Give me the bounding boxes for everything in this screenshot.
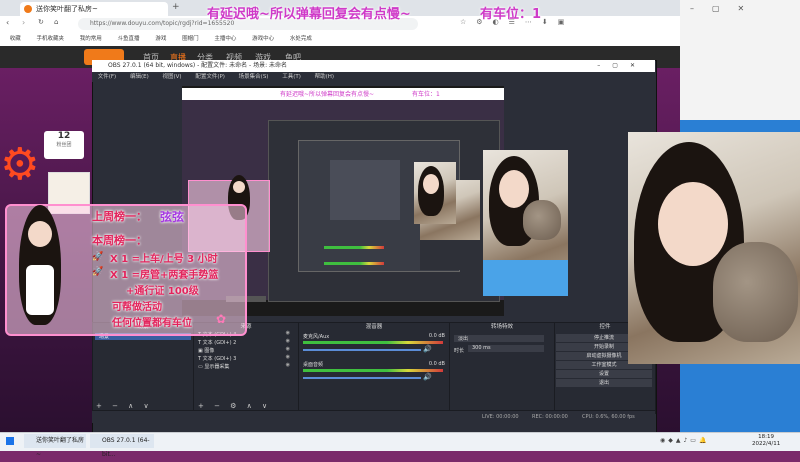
menu-tools[interactable]: 工具(T)	[282, 74, 301, 80]
bookmark-item[interactable]: 收藏	[10, 32, 21, 46]
camera-feed-tiny	[414, 162, 456, 224]
rule-line-3: +通行证 100级	[126, 286, 199, 297]
speaker-icon[interactable]: 🔊	[423, 373, 432, 381]
obs-menu-bar: 文件(F) 编辑(E) 视图(V) 配置文件(P) 场景集合(S) 工具(T) …	[92, 72, 655, 82]
last-week-top-label: 上周榜一：	[92, 210, 147, 223]
bookmark-item[interactable]: 手机收藏夹	[37, 32, 65, 46]
bookmarks-bar: 收藏 手机收藏夹 我的常用 斗鱼直播 游戏 圈帽门 主播中心 游戏中心 水处完成	[0, 32, 680, 47]
system-tray-icons[interactable]: ◉◆▲♪▭🔔	[660, 437, 709, 444]
menu-scene-collection[interactable]: 场景集合(S)	[239, 74, 269, 80]
transitions-dock: 转场特效 淡出 时长 300 ms	[449, 322, 555, 414]
home-icon[interactable]: ⌂	[54, 18, 58, 26]
volume-slider[interactable]	[303, 377, 421, 379]
rocket-icon: 🚀	[92, 267, 104, 277]
menu-edit[interactable]: 编辑(E)	[130, 74, 149, 80]
nested-audio-meter	[324, 262, 384, 265]
volume-slider[interactable]	[303, 349, 421, 351]
flower-icon: ✿	[216, 312, 227, 326]
duration-input[interactable]: 300 ms	[468, 345, 544, 352]
scenes-toolbar[interactable]: + − ∧ ∨	[96, 402, 153, 410]
bookmark-item[interactable]: 水处完成	[290, 32, 312, 46]
bookmark-item[interactable]: 我的常用	[80, 32, 102, 46]
rocket-icon: 🚀	[92, 252, 104, 262]
taskbar-obs[interactable]: OBS 27.0.1 (64-bit...	[90, 434, 154, 458]
settings-button[interactable]: 设置	[556, 370, 652, 378]
bookmark-item[interactable]: 游戏	[155, 32, 166, 46]
menu-file[interactable]: 文件(F)	[98, 74, 116, 80]
audio-meter	[303, 369, 443, 372]
transition-select[interactable]: 淡出	[454, 335, 544, 342]
douyu-favicon-icon	[24, 5, 32, 13]
clock-date: 2022/4/11	[752, 441, 781, 447]
source-item[interactable]: T 文本 (GDI+) 2	[198, 339, 298, 347]
note-line-1: 可帮做活动	[112, 302, 162, 313]
gear-decoration-icon: ⚙	[0, 139, 40, 190]
fan-count: 12	[57, 131, 71, 141]
last-week-top-name: 弦弦	[160, 210, 185, 224]
taskbar-clock[interactable]: 18:19 2022/4/11	[752, 434, 780, 448]
mixer-dock-title: 混音器	[365, 324, 383, 330]
fan-label: 粉丝团	[56, 142, 72, 148]
note-line-2: 任何位置都有车位	[112, 318, 192, 329]
obs-window-controls[interactable]: –▢✕	[597, 60, 647, 72]
exit-button[interactable]: 退出	[556, 379, 652, 387]
forward-icon[interactable]: ›	[22, 18, 25, 27]
anime-character-illustration	[14, 205, 64, 331]
browser-tab[interactable]: 送你笑叶翻了私房~	[20, 2, 168, 16]
bookmark-item[interactable]: 圈帽门	[182, 32, 199, 46]
taskbar-browser[interactable]: 送你笑叶翻了私房~	[24, 434, 86, 458]
camera-feed-small	[483, 150, 568, 296]
this-week-top-label: 本周榜一：	[92, 234, 147, 247]
sources-toolbar[interactable]: + − ⚙ ∧ ∨	[198, 402, 271, 410]
mixer-track-level: 0.0 dB	[428, 361, 445, 367]
live-timer: LIVE: 00:00:00	[482, 414, 519, 420]
car-seat-count: 有车位：1	[480, 7, 542, 22]
rule-line-1: X 1 =上车/上号 3 小时	[110, 254, 218, 265]
nested-audio-meter	[324, 246, 384, 249]
refresh-icon[interactable]: ↻	[38, 18, 44, 26]
new-tab-icon[interactable]: +	[172, 2, 180, 12]
bookmark-item[interactable]: 斗鱼直播	[118, 32, 140, 46]
nested-delay-notice: 有延迟哦~所以弹幕回复会有点慢~	[280, 91, 375, 98]
bookmark-item[interactable]: 游戏中心	[252, 32, 274, 46]
fan-club-card[interactable]: 12 粉丝团	[44, 131, 84, 159]
back-icon[interactable]: ‹	[6, 18, 9, 27]
visibility-eye-icon[interactable]: ◉ ◉ ◉ ◉ ◉	[286, 329, 290, 369]
audio-meter	[303, 341, 443, 344]
mixer-dock: 混音器 麦克风/Aux 0.0 dB 🔊 桌面音频 0.0 dB 🔊	[298, 322, 450, 414]
nested-obs-window-deep	[330, 160, 400, 220]
rule-line-2: X 1 =房管+两套手势篮	[110, 270, 219, 281]
delay-notice: 有延迟哦~所以弹幕回复会有点慢~	[207, 7, 411, 22]
duration-label: 时长	[454, 348, 465, 354]
cpu-fps: CPU: 0.6%, 60.00 fps	[582, 414, 635, 420]
start-icon[interactable]	[6, 437, 14, 445]
menu-profile[interactable]: 配置文件(P)	[195, 74, 225, 80]
source-item[interactable]: ▣ 图像	[198, 347, 298, 355]
menu-help[interactable]: 帮助(H)	[315, 74, 334, 80]
mixer-track-name: 麦克风/Aux	[303, 334, 330, 340]
clock-time: 18:19	[758, 434, 775, 440]
source-item[interactable]: T 文本 (GDI+) 3	[198, 355, 298, 363]
window-controls[interactable]: –▢✕	[690, 4, 762, 13]
obs-title: OBS 27.0.1 (64 bit, windows) - 配置文件: 未命名…	[108, 62, 288, 69]
camera-feed-large	[628, 132, 800, 364]
mixer-track-level: 0.0 dB	[428, 333, 445, 339]
transitions-dock-title: 转场特效	[490, 324, 513, 330]
source-item[interactable]: ▭ 显示器采集	[198, 363, 298, 371]
speaker-icon[interactable]: 🔊	[423, 345, 432, 353]
nested-car-seat: 有车位：1	[412, 91, 440, 98]
menu-view[interactable]: 视图(V)	[163, 74, 182, 80]
mixer-track-name: 桌面音频	[303, 362, 324, 368]
rec-timer: REC: 00:00:00	[532, 414, 568, 420]
bookmark-item[interactable]: 主播中心	[214, 32, 236, 46]
obs-status-bar: LIVE: 00:00:00 REC: 00:00:00 CPU: 0.6%, …	[92, 410, 655, 423]
obs-title-bar: OBS 27.0.1 (64 bit, windows) - 配置文件: 未命名…	[92, 60, 655, 72]
